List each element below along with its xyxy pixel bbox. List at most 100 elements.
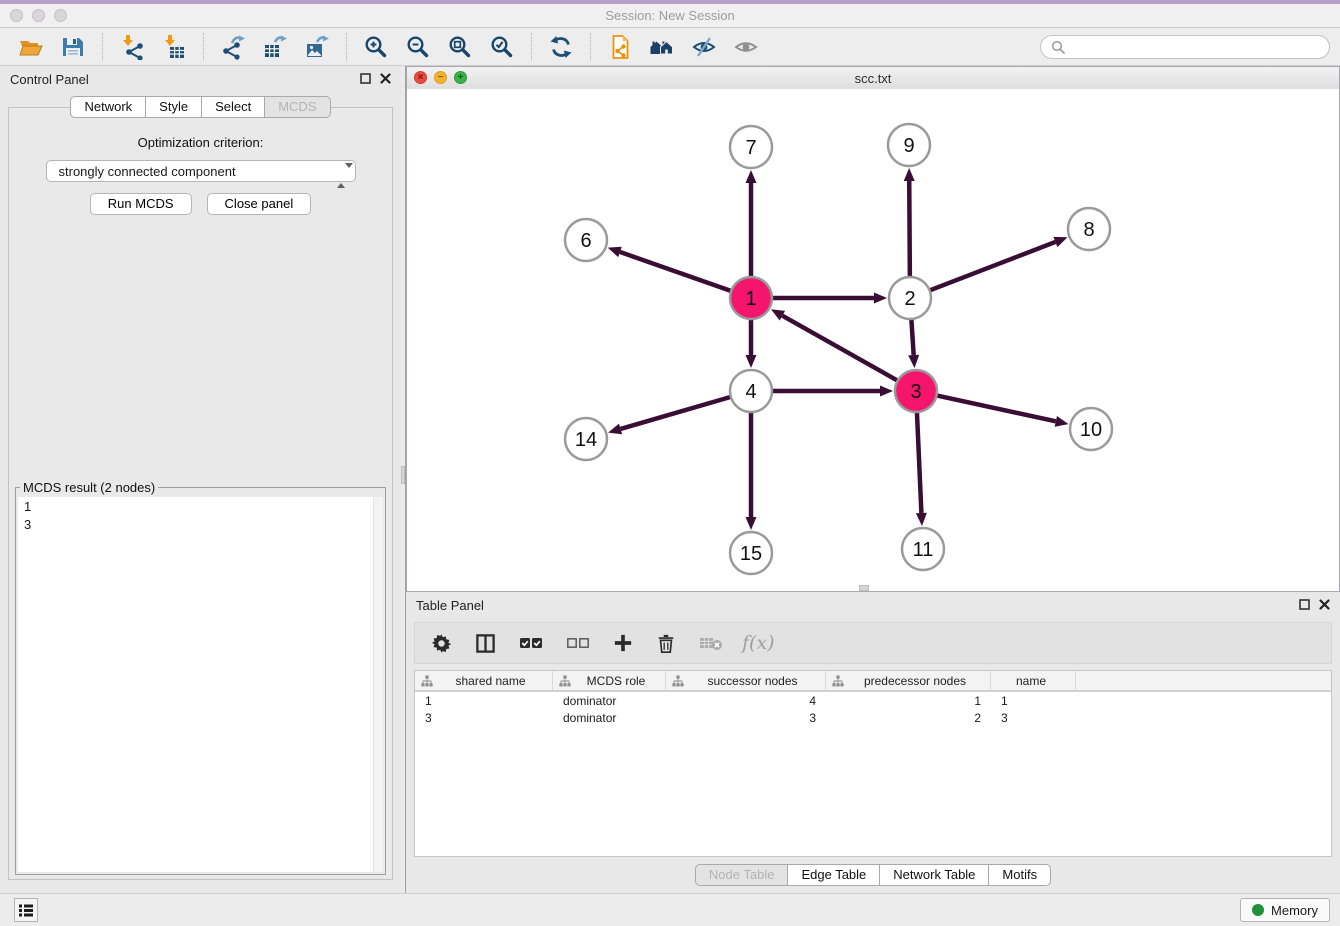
- optimization-criterion-label: Optimization criterion:: [9, 135, 392, 150]
- zoom-fit-icon[interactable]: [445, 32, 475, 62]
- zoom-in-icon[interactable]: [361, 32, 391, 62]
- svg-text:11: 11: [913, 539, 934, 561]
- memory-button[interactable]: Memory: [1240, 898, 1330, 922]
- svg-text:15: 15: [740, 543, 762, 565]
- network-canvas[interactable]: 7 9 6 8 1 2 4 3 14 10 15 11: [407, 89, 1339, 591]
- graph-edge-1-6[interactable]: [620, 252, 731, 291]
- tab-mcds[interactable]: MCDS: [265, 96, 330, 118]
- graph-node-3[interactable]: 3: [895, 370, 937, 412]
- tab-network[interactable]: Network: [70, 96, 146, 118]
- tab-motifs[interactable]: Motifs: [989, 864, 1051, 886]
- hierarchy-icon: [672, 675, 684, 687]
- graph-edge-2-8[interactable]: [930, 242, 1056, 290]
- column-header-shared-name[interactable]: shared name: [415, 671, 553, 690]
- graph-node-8[interactable]: 8: [1068, 208, 1110, 250]
- splitter-handle[interactable]: [401, 466, 405, 484]
- close-panel-button[interactable]: Close panel: [207, 193, 312, 215]
- show-all-icon[interactable]: [731, 32, 761, 62]
- column-header-predecessor-nodes[interactable]: predecessor nodes: [826, 671, 991, 690]
- edge-arrowhead: [904, 168, 915, 181]
- tab-edge-table[interactable]: Edge Table: [788, 864, 880, 886]
- task-history-button[interactable]: [14, 898, 38, 922]
- table-panel-header: Table Panel: [406, 592, 1340, 618]
- edge-arrowhead: [908, 355, 919, 368]
- network-graph[interactable]: 7 9 6 8 1 2 4 3 14 10 15 11: [407, 89, 1339, 592]
- refresh-view-icon[interactable]: [546, 32, 576, 62]
- delete-column-icon[interactable]: [656, 633, 676, 654]
- result-scrollbar[interactable]: [373, 497, 383, 872]
- graph-edge-3-1[interactable]: [782, 316, 897, 381]
- function-builder-icon[interactable]: f(x): [742, 632, 775, 654]
- table-cell: 1: [415, 694, 553, 708]
- export-image-icon[interactable]: [302, 32, 332, 62]
- graph-node-1[interactable]: 1: [730, 277, 772, 319]
- float-panel-icon[interactable]: [360, 73, 371, 84]
- optimization-criterion-select[interactable]: strongly connected component: [46, 160, 356, 182]
- mcds-tab-content: Optimization criterion: strongly connect…: [8, 107, 393, 880]
- close-panel-icon[interactable]: [380, 73, 391, 84]
- svg-text:10: 10: [1080, 419, 1102, 441]
- graph-node-7[interactable]: 7: [730, 126, 772, 168]
- graph-edge-3-11[interactable]: [917, 412, 921, 513]
- tab-node-table[interactable]: Node Table: [695, 864, 789, 886]
- control-panel-tabs: NetworkStyleSelectMCDS: [0, 96, 401, 118]
- tab-select[interactable]: Select: [202, 96, 265, 118]
- column-header-MCDS-role[interactable]: MCDS role: [553, 671, 666, 690]
- toolbar-separator: [590, 33, 591, 61]
- open-session-icon[interactable]: [16, 32, 46, 62]
- svg-text:9: 9: [903, 135, 914, 157]
- select-stepper-icon: [337, 165, 347, 186]
- delete-table-icon[interactable]: [699, 634, 723, 652]
- table-cell: 3: [415, 711, 553, 725]
- import-network-icon[interactable]: [117, 32, 147, 62]
- graph-edge-2-9[interactable]: [909, 181, 910, 277]
- zoom-selected-icon[interactable]: [487, 32, 517, 62]
- graph-edge-4-14[interactable]: [621, 397, 731, 429]
- edge-arrowhead: [916, 513, 927, 526]
- network-window-title: scc.txt: [407, 71, 1339, 86]
- column-header-name[interactable]: name: [991, 671, 1076, 690]
- node-table: shared nameMCDS rolesuccessor nodesprede…: [414, 670, 1332, 857]
- close-panel-icon[interactable]: [1319, 599, 1330, 610]
- edge-arrowhead: [608, 247, 622, 257]
- graph-edge-2-3[interactable]: [911, 319, 913, 355]
- save-session-icon[interactable]: [58, 32, 88, 62]
- hide-selected-icon[interactable]: [689, 32, 719, 62]
- show-columns-icon[interactable]: [475, 633, 496, 654]
- float-panel-icon[interactable]: [1299, 599, 1310, 610]
- table-settings-gear-icon[interactable]: [431, 633, 452, 654]
- tab-style[interactable]: Style: [146, 96, 202, 118]
- graph-edge-3-10[interactable]: [937, 395, 1056, 421]
- graph-node-10[interactable]: 10: [1070, 408, 1112, 450]
- zoom-out-icon[interactable]: [403, 32, 433, 62]
- graph-node-14[interactable]: 14: [565, 418, 607, 460]
- table-cell: 3: [666, 711, 826, 725]
- first-neighbors-icon[interactable]: [647, 32, 677, 62]
- table-row[interactable]: 1dominator411: [415, 692, 1331, 709]
- search-box[interactable]: [1040, 35, 1330, 59]
- new-network-from-selection-icon[interactable]: [605, 32, 635, 62]
- import-table-icon[interactable]: [159, 32, 189, 62]
- canvas-scroll-nub[interactable]: [859, 585, 869, 591]
- mcds-result-list[interactable]: 13: [18, 497, 383, 872]
- table-toolbar: f(x): [414, 622, 1332, 664]
- tab-network-table[interactable]: Network Table: [880, 864, 989, 886]
- graph-node-4[interactable]: 4: [730, 370, 772, 412]
- graph-node-11[interactable]: 11: [902, 528, 944, 570]
- graph-node-2[interactable]: 2: [889, 277, 931, 319]
- select-all-rows-icon[interactable]: [519, 634, 543, 652]
- graph-node-6[interactable]: 6: [565, 219, 607, 261]
- graph-node-9[interactable]: 9: [888, 124, 930, 166]
- table-row[interactable]: 3dominator323: [415, 709, 1331, 726]
- create-column-icon[interactable]: [613, 633, 633, 653]
- column-header-successor-nodes[interactable]: successor nodes: [666, 671, 826, 690]
- mcds-result-item: 3: [18, 515, 383, 533]
- export-network-icon[interactable]: [218, 32, 248, 62]
- list-icon: [18, 902, 34, 918]
- graph-node-15[interactable]: 15: [730, 532, 772, 574]
- search-input[interactable]: [1072, 38, 1320, 55]
- run-mcds-button[interactable]: Run MCDS: [90, 193, 192, 215]
- export-table-icon[interactable]: [260, 32, 290, 62]
- svg-text:2: 2: [904, 288, 915, 310]
- deselect-all-rows-icon[interactable]: [566, 634, 590, 652]
